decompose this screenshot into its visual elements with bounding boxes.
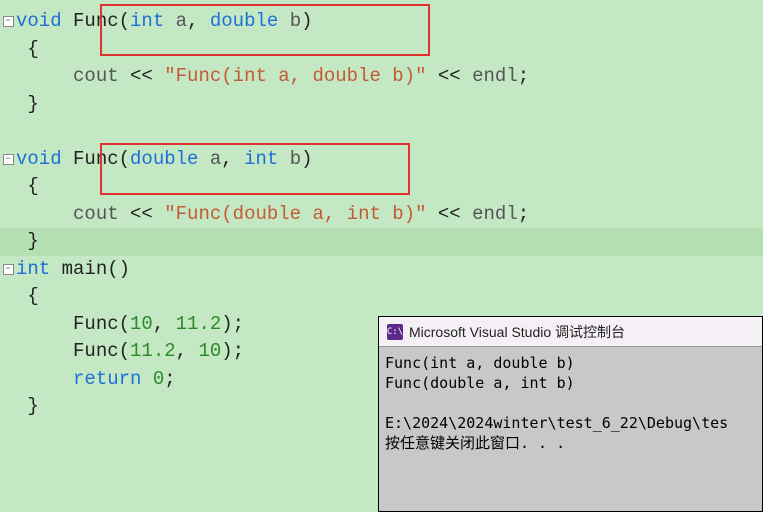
param-b: b: [290, 10, 301, 32]
console-hint: 按任意键关闭此窗口. . .: [385, 434, 565, 452]
console-path: E:\2024\2024winter\test_6_22\Debug\tes: [385, 414, 728, 432]
type-int: int: [130, 10, 164, 32]
code-line[interactable]: − int main(): [0, 256, 763, 284]
fold-toggle[interactable]: −: [0, 8, 16, 36]
console-icon: C:\: [387, 324, 403, 340]
call-func: Func: [73, 340, 119, 362]
code-line[interactable]: }: [0, 91, 763, 119]
keyword-void: void: [16, 148, 62, 170]
type-double: double: [210, 10, 278, 32]
param-b: b: [290, 148, 301, 170]
code-line[interactable]: − void Func(double a, int b): [0, 146, 763, 174]
console-output[interactable]: Func(int a, double b) Func(double a, int…: [379, 347, 762, 459]
cout: cout: [73, 65, 119, 87]
function-main: main: [62, 258, 108, 280]
code-line[interactable]: − void Func(int a, double b): [0, 8, 763, 36]
endl: endl: [472, 203, 518, 225]
type-int: int: [16, 258, 50, 280]
call-func: Func: [73, 313, 119, 335]
param-a: a: [210, 148, 221, 170]
code-line[interactable]: {: [0, 173, 763, 201]
blank-line: [0, 118, 763, 146]
code-line[interactable]: {: [0, 36, 763, 64]
string-literal: "Func(double a, int b)": [164, 203, 426, 225]
string-literal: "Func(int a, double b)": [164, 65, 426, 87]
type-double: double: [130, 148, 198, 170]
console-line: Func(int a, double b): [385, 354, 575, 372]
type-int: int: [244, 148, 278, 170]
console-line: Func(double a, int b): [385, 374, 575, 392]
code-line-current[interactable]: }: [0, 228, 763, 256]
debug-console-window[interactable]: C:\ Microsoft Visual Studio 调试控制台 Func(i…: [378, 316, 763, 512]
endl: endl: [472, 65, 518, 87]
function-name: Func: [73, 148, 119, 170]
console-title: Microsoft Visual Studio 调试控制台: [409, 322, 625, 342]
code-line[interactable]: {: [0, 283, 763, 311]
code-line[interactable]: cout << "Func(double a, int b)" << endl;: [0, 201, 763, 229]
code-line[interactable]: cout << "Func(int a, double b)" << endl;: [0, 63, 763, 91]
param-a: a: [176, 10, 187, 32]
fold-toggle[interactable]: −: [0, 146, 16, 174]
keyword-void: void: [16, 10, 62, 32]
cout: cout: [73, 203, 119, 225]
fold-toggle[interactable]: −: [0, 256, 16, 284]
function-name: Func: [73, 10, 119, 32]
console-titlebar[interactable]: C:\ Microsoft Visual Studio 调试控制台: [379, 317, 762, 347]
keyword-return: return: [73, 368, 141, 390]
